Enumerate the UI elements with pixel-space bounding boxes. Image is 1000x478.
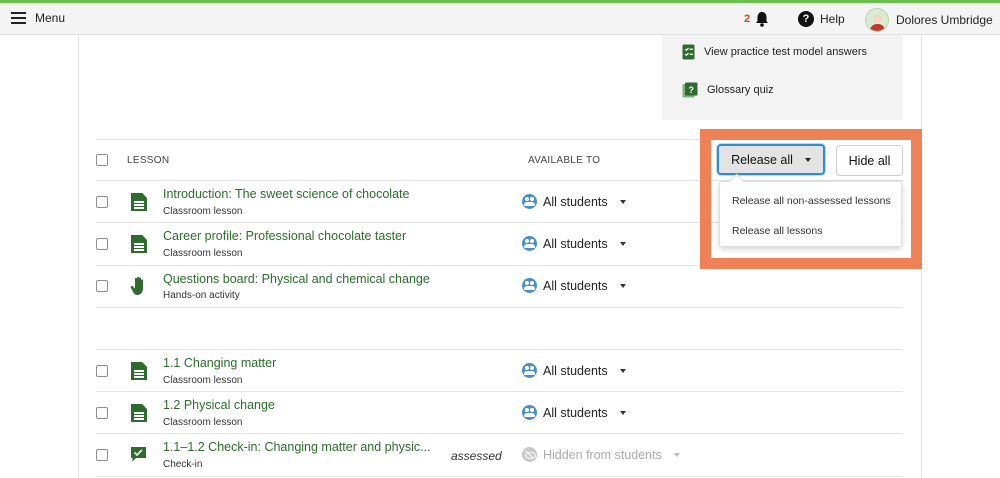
svg-text:?: ? — [688, 85, 694, 95]
available-column-header: AVAILABLE TO — [528, 155, 601, 166]
lesson-type: Hands-on activity — [163, 290, 240, 301]
caret-down-icon — [619, 283, 626, 288]
people-icon — [522, 236, 537, 251]
row-checkbox[interactable] — [96, 407, 108, 419]
assessed-badge: assessed — [451, 449, 502, 463]
help-icon: ? — [798, 11, 814, 27]
document-icon — [131, 404, 147, 422]
people-icon — [522, 405, 537, 420]
resources-box: View practice test model answers ? Gloss… — [662, 35, 903, 120]
availability-label: All students — [543, 278, 608, 293]
availability-dropdown[interactable]: All students — [522, 405, 626, 420]
top-bar: Menu 2 ? Help Dolores Umbridge — [0, 0, 1000, 35]
caret-down-icon — [619, 241, 626, 246]
eye-off-icon — [522, 447, 537, 462]
caret-down-icon — [619, 410, 626, 415]
availability-label: All students — [543, 194, 608, 209]
divider — [96, 391, 903, 392]
availability-label: All students — [543, 236, 608, 251]
hamburger-icon — [11, 12, 26, 24]
menu-button[interactable]: Menu — [11, 11, 65, 25]
caret-down-icon — [619, 368, 626, 373]
document-icon — [131, 193, 147, 211]
caret-down-icon — [804, 157, 811, 162]
help-button[interactable]: ? Help — [798, 11, 845, 27]
avatar — [865, 8, 889, 32]
menu-item-release-non-assessed[interactable]: Release all non-assessed lessons — [732, 195, 891, 207]
people-icon — [522, 194, 537, 209]
row-checkbox[interactable] — [96, 449, 108, 461]
lesson-title-link[interactable]: Questions board: Physical and chemical c… — [163, 272, 430, 286]
people-icon — [522, 278, 537, 293]
check-in-icon — [131, 447, 146, 462]
lesson-type: Classroom lesson — [163, 417, 243, 428]
user-menu[interactable]: Dolores Umbridge — [865, 8, 993, 32]
resource-label: Glossary quiz — [707, 84, 774, 96]
availability-label: All students — [543, 363, 608, 378]
select-all-checkbox[interactable] — [96, 154, 108, 166]
help-label: Help — [820, 12, 845, 26]
availability-label: All students — [543, 405, 608, 420]
availability-dropdown[interactable]: All students — [522, 363, 626, 378]
caret-down-icon — [619, 199, 626, 204]
notifications-button[interactable]: 2 — [744, 11, 769, 27]
lesson-type: Check-in — [163, 459, 203, 470]
row-checkbox[interactable] — [96, 365, 108, 377]
availability-dropdown[interactable]: All students — [522, 278, 626, 293]
document-icon — [131, 362, 147, 380]
lesson-type: Classroom lesson — [163, 206, 243, 217]
row-checkbox[interactable] — [96, 280, 108, 292]
release-all-button[interactable]: Release all — [717, 144, 825, 175]
lesson-title-link[interactable]: Introduction: The sweet science of choco… — [163, 187, 409, 201]
question-book-icon: ? — [682, 82, 698, 98]
lesson-type: Classroom lesson — [163, 248, 243, 259]
bell-icon — [756, 12, 769, 27]
availability-label: Hidden from students — [543, 447, 662, 462]
resource-glossary-quiz[interactable]: ? Glossary quiz — [682, 82, 774, 98]
divider — [96, 476, 903, 477]
lesson-title-link[interactable]: 1.1–1.2 Check-in: Changing matter and ph… — [163, 440, 431, 454]
checklist-icon — [682, 44, 695, 60]
resource-label: View practice test model answers — [704, 46, 868, 58]
availability-dropdown[interactable]: Hidden from students — [522, 447, 680, 462]
menu-item-release-all-lessons[interactable]: Release all lessons — [732, 225, 822, 237]
release-dropdown-menu: Release all non-assessed lessons Release… — [719, 181, 902, 247]
row-checkbox[interactable] — [96, 196, 108, 208]
hide-all-button[interactable]: Hide all — [836, 145, 903, 176]
divider — [96, 307, 903, 308]
availability-dropdown[interactable]: All students — [522, 236, 626, 251]
availability-dropdown[interactable]: All students — [522, 194, 626, 209]
release-all-label: Release all — [731, 152, 793, 167]
menu-label: Menu — [35, 11, 66, 25]
caret-down-icon — [673, 452, 680, 457]
divider — [96, 433, 903, 434]
lesson-type: Classroom lesson — [163, 375, 243, 386]
divider — [96, 349, 903, 350]
people-icon — [522, 363, 537, 378]
lesson-title-link[interactable]: Career profile: Professional chocolate t… — [163, 229, 406, 243]
document-icon — [131, 235, 147, 253]
lesson-title-link[interactable]: 1.1 Changing matter — [163, 356, 276, 370]
lesson-title-link[interactable]: 1.2 Physical change — [163, 398, 275, 412]
lesson-column-header: LESSON — [127, 155, 170, 166]
user-name: Dolores Umbridge — [896, 13, 993, 27]
hand-icon — [130, 276, 143, 295]
row-checkbox[interactable] — [96, 238, 108, 250]
notification-count: 2 — [744, 13, 751, 25]
resource-model-answers[interactable]: View practice test model answers — [682, 44, 867, 60]
